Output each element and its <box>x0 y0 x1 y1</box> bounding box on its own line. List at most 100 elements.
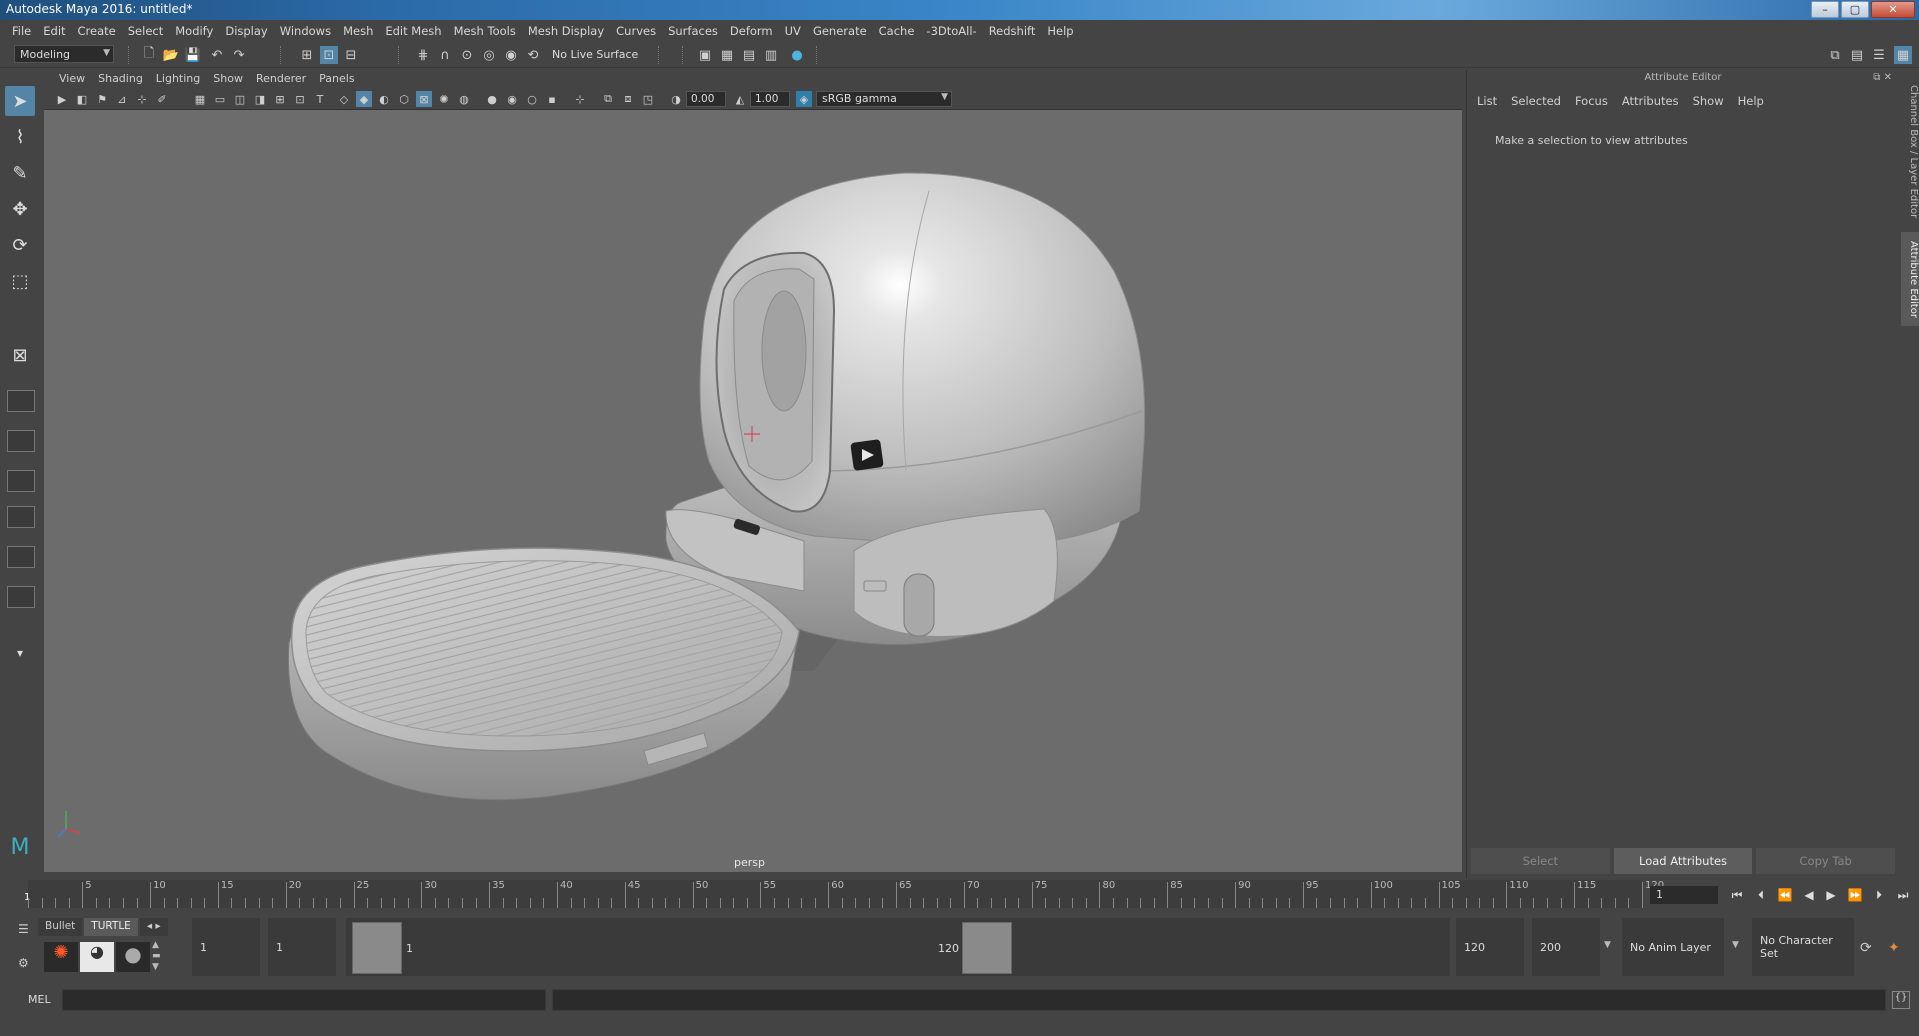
viewport-menu-lighting[interactable]: Lighting <box>151 70 208 88</box>
select-hierarchy-icon[interactable]: ⊞ <box>298 46 316 64</box>
textured-icon[interactable]: ⊠ <box>416 91 432 107</box>
menu-curves[interactable]: Curves <box>610 20 662 42</box>
mel-input[interactable] <box>62 989 546 1011</box>
menu-select[interactable]: Select <box>122 20 169 42</box>
ae-menu-help[interactable]: Help <box>1732 94 1772 108</box>
exposure-field[interactable]: 0.00 <box>686 91 726 107</box>
view-transform-dropdown[interactable]: sRGB gamma ▼ <box>816 91 952 107</box>
shelf-scroll-icon[interactable]: ▲ ▬ ▼ <box>152 940 161 973</box>
render-settings-icon[interactable]: ▥ <box>762 46 780 64</box>
animation-end-field[interactable]: 200 <box>1532 918 1600 976</box>
xray-joints-icon[interactable]: ⧈ <box>620 91 636 107</box>
shelf-tab-bullet[interactable]: Bullet <box>38 918 83 936</box>
channel-box-tab[interactable]: Channel Box / Layer Editor <box>1901 78 1919 226</box>
play-backwards-icon[interactable]: ◀ <box>1800 886 1818 904</box>
safe-action-icon[interactable]: ⊡ <box>292 91 308 107</box>
snap-view-plane-icon[interactable]: ◎ <box>480 46 498 64</box>
copy-tab-button[interactable]: Copy Tab <box>1756 848 1896 874</box>
custom-layout-icon[interactable] <box>7 586 35 608</box>
two-pane-layout-icon[interactable] <box>7 430 35 452</box>
film-gate-icon[interactable]: ▭ <box>212 91 228 107</box>
anim-layer-field[interactable]: No Anim Layer <box>1622 918 1724 976</box>
menu-uv[interactable]: UV <box>779 20 807 42</box>
step-back-key-icon[interactable]: ⏪ <box>1776 886 1794 904</box>
paint-select-tool-icon[interactable]: ✎ <box>5 158 35 188</box>
step-back-frame-icon[interactable]: ⏴ <box>1752 886 1770 904</box>
open-scene-icon[interactable]: 📂 <box>162 46 180 64</box>
script-editor-icon[interactable]: {} <box>1892 991 1910 1009</box>
redo-icon[interactable]: ↷ <box>230 46 248 64</box>
viewport-menu-panels[interactable]: Panels <box>314 70 362 88</box>
range-end-handle[interactable] <box>962 922 1012 974</box>
menu-modify[interactable]: Modify <box>169 20 219 42</box>
gamma-icon[interactable]: ◭ <box>732 91 748 107</box>
panel-float-close-icons[interactable]: ⧉ ✕ <box>1873 72 1892 83</box>
menu-deform[interactable]: Deform <box>724 20 779 42</box>
menu-edit[interactable]: Edit <box>37 20 71 42</box>
rotate-tool-icon[interactable]: ⟳ <box>5 230 35 260</box>
shadows-icon[interactable]: ◍ <box>456 91 472 107</box>
make-live-icon[interactable]: ⟲ <box>524 46 542 64</box>
range-slider-track[interactable] <box>346 918 1450 976</box>
wireframe-icon[interactable]: ◇ <box>336 91 352 107</box>
chevron-down-icon[interactable]: ▼ <box>1604 940 1611 950</box>
go-to-start-icon[interactable]: ⏮ <box>1728 886 1746 904</box>
shelf-tab-scroll-icon[interactable]: ◂ ▸ <box>139 918 168 936</box>
snap-live-icon[interactable]: ◉ <box>502 46 520 64</box>
default-material-icon[interactable]: ◐ <box>376 91 392 107</box>
menu-windows[interactable]: Windows <box>274 20 337 42</box>
xray-components-icon[interactable]: ◳ <box>640 91 656 107</box>
ae-menu-selected[interactable]: Selected <box>1505 94 1569 108</box>
step-forward-frame-icon[interactable]: ⏵ <box>1870 886 1888 904</box>
graph-editor-layout-icon[interactable] <box>7 506 35 528</box>
shelf-tab-turtle[interactable]: TURTLE <box>84 918 138 936</box>
ipr-render-icon[interactable]: ▤ <box>740 46 758 64</box>
menu-file[interactable]: File <box>6 20 37 42</box>
bookmark-icon[interactable]: ⚑ <box>94 91 110 107</box>
playback-end-field[interactable]: 120 <box>1456 918 1524 976</box>
ae-menu-list[interactable]: List <box>1471 94 1505 108</box>
grid-toggle-icon[interactable]: ▦ <box>192 91 208 107</box>
viewport-menu-view[interactable]: View <box>54 70 93 88</box>
viewport-menu-show[interactable]: Show <box>208 70 251 88</box>
color-management-icon[interactable]: ◈ <box>796 91 812 107</box>
animation-preferences-icon[interactable]: ✦ <box>1888 940 1900 956</box>
wireframe-on-shaded-icon[interactable]: ⬡ <box>396 91 412 107</box>
screen-space-ao-icon[interactable]: ● <box>484 91 500 107</box>
go-to-end-icon[interactable]: ⏭ <box>1894 886 1912 904</box>
lasso-tool-icon[interactable]: ⌇ <box>5 122 35 152</box>
render-current-icon[interactable]: ▦ <box>718 46 736 64</box>
menu-set-dropdown[interactable]: Modeling ▼ <box>14 45 114 63</box>
viewport-menu-shading[interactable]: Shading <box>93 70 151 88</box>
motion-blur-icon[interactable]: ◉ <box>504 91 520 107</box>
menu-surfaces[interactable]: Surfaces <box>662 20 724 42</box>
mel-label[interactable]: MEL <box>28 993 51 1006</box>
move-tool-icon[interactable]: ✥ <box>5 194 35 224</box>
menu-edit-mesh[interactable]: Edit Mesh <box>379 20 447 42</box>
play-forwards-icon[interactable]: ▶ <box>1822 886 1840 904</box>
sphere-shelf-icon[interactable]: ● <box>116 942 150 972</box>
fire-shelf-icon[interactable]: ✺ <box>44 942 78 972</box>
character-set-field[interactable]: No Character Set <box>1752 918 1854 976</box>
menu-mesh-display[interactable]: Mesh Display <box>522 20 610 42</box>
layout-menu-icon[interactable]: ▾ <box>5 638 35 668</box>
anti-aliasing-icon[interactable]: ○ <box>524 91 540 107</box>
gate-mask-icon[interactable]: ◨ <box>252 91 268 107</box>
menu-create[interactable]: Create <box>72 20 122 42</box>
range-start-handle[interactable] <box>352 922 402 974</box>
menu-cache[interactable]: Cache <box>873 20 921 42</box>
menu-mesh[interactable]: Mesh <box>337 20 379 42</box>
menu-display[interactable]: Display <box>219 20 273 42</box>
chevron-down-icon[interactable]: ▼ <box>1732 940 1739 950</box>
isolate-select-icon[interactable]: ⊹ <box>572 91 588 107</box>
load-attributes-button[interactable]: Load Attributes <box>1613 848 1753 874</box>
snap-point-icon[interactable]: ⊙ <box>458 46 476 64</box>
depth-of-field-icon[interactable]: ▪ <box>544 91 560 107</box>
hypershade-layout-icon[interactable] <box>7 546 35 568</box>
select-button[interactable]: Select <box>1471 848 1610 874</box>
new-scene-icon[interactable]: 🗋 <box>140 46 158 64</box>
exposure-icon[interactable]: ◑ <box>668 91 684 107</box>
scale-tool-icon[interactable]: ⬚ <box>5 266 35 296</box>
viewport-menu-renderer[interactable]: Renderer <box>251 70 314 88</box>
shelf-settings-icon[interactable]: ⚙ <box>18 956 29 970</box>
